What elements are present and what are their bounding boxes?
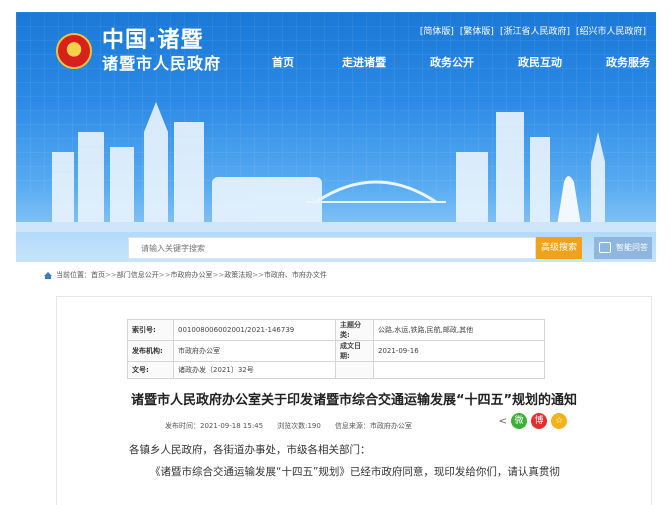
index-value: 001008006002001/2021-146739 <box>173 319 336 341</box>
logo-subtitle: 诸暨市人民政府 <box>102 54 222 73</box>
national-emblem-icon <box>56 33 92 69</box>
subject-value: 公路,水运,铁路,民航,邮政,其他 <box>373 319 545 341</box>
view-count: 浏览次数:190 <box>277 422 321 430</box>
advanced-search-button[interactable]: 高级搜索 <box>536 237 582 259</box>
breadcrumb-item-home[interactable]: 首页 <box>91 270 105 280</box>
breadcrumb: 当前位置： 首页 >> 部门信息公开 >> 市政府办公室 >> 政策法规 >> … <box>44 268 656 282</box>
search-input[interactable] <box>128 237 536 259</box>
search-bar: 高级搜索 智能问答 <box>16 232 656 262</box>
weibo-share-icon[interactable]: 博 <box>531 413 547 429</box>
article-title: 诸暨市人民政府办公室关于印发诸暨市综合交通运输发展“十四五”规划的通知 <box>130 393 578 408</box>
info-source: 信息来源：市政府办公室 <box>334 422 412 430</box>
breadcrumb-item-policy[interactable]: 政策法规 <box>224 270 252 280</box>
smart-qa-label: 智能问答 <box>616 243 648 252</box>
docno-label: 文号: <box>127 361 174 379</box>
nav-home[interactable]: 首页 <box>272 54 342 70</box>
subject-label: 主题分类: <box>335 319 374 341</box>
breadcrumb-item-gov-office[interactable]: 市政府办公室 <box>170 270 212 280</box>
docno-value: 诸政办发〔2021〕32号 <box>173 361 336 379</box>
issuer-value: 市政府办公室 <box>173 340 336 362</box>
index-label: 索引号: <box>127 319 174 341</box>
share-bar: < 微 博 ☆ <box>499 413 567 429</box>
publish-time: 发布时间：2021-09-18 15:45 <box>165 422 264 430</box>
article-card: 索引号: 001008006002001/2021-146739 主题分类: 公… <box>56 296 652 505</box>
nav-services[interactable]: 政务服务 <box>606 54 656 70</box>
article-paragraph: 《诸暨市综合交通运输发展“十四五”规划》已经市政府同意，现印发给你们，请认真贯彻 <box>150 466 560 478</box>
article-greeting: 各镇乡人民政府，各街道办事处，市级各相关部门： <box>129 444 371 456</box>
city-skyline-illustration <box>16 102 656 232</box>
date-value: 2021-09-16 <box>373 340 545 362</box>
top-links: [简体版] [繁体版] [浙江省人民政府] [绍兴市人民政府] <box>420 24 646 37</box>
issuer-label: 发布机构: <box>127 340 174 362</box>
article-body: 各镇乡人民政府，各街道办事处，市级各相关部门： 《诸暨市综合交通运输发展“十四五… <box>129 439 629 483</box>
home-icon <box>44 271 52 279</box>
breadcrumb-separator: >> <box>212 271 225 279</box>
link-traditional[interactable]: [繁体版] <box>460 24 494 37</box>
breadcrumb-prefix: 当前位置： <box>56 271 91 279</box>
share-icon: < <box>498 415 507 427</box>
document-meta-table: 索引号: 001008006002001/2021-146739 主题分类: 公… <box>127 319 545 379</box>
empty-cell <box>373 361 545 379</box>
logo-title: 中国·诸暨 <box>102 28 204 53</box>
site-logo[interactable]: 中国·诸暨 诸暨市人民政府 <box>56 28 221 74</box>
breadcrumb-separator: >> <box>105 271 117 279</box>
link-zhejiang-gov[interactable]: [浙江省人民政府] <box>500 24 570 37</box>
nav-gov-affairs[interactable]: 政务公开 <box>430 54 518 70</box>
breadcrumb-item-dept-info[interactable]: 部门信息公开 <box>117 270 159 280</box>
breadcrumb-item-documents[interactable]: 市政府、市府办文件 <box>264 270 327 280</box>
date-label: 成文日期: <box>335 340 374 362</box>
empty-cell <box>335 361 374 379</box>
chat-icon <box>599 242 611 253</box>
smart-qa-button[interactable]: 智能问答 <box>594 237 652 259</box>
qzone-share-icon[interactable]: ☆ <box>551 413 567 429</box>
nav-about[interactable]: 走进诸暨 <box>342 54 430 70</box>
wechat-share-icon[interactable]: 微 <box>511 413 527 429</box>
nav-interaction[interactable]: 政民互动 <box>518 54 606 70</box>
breadcrumb-separator: >> <box>158 271 171 279</box>
link-simplified[interactable]: [简体版] <box>420 24 454 37</box>
main-nav: 首页 走进诸暨 政务公开 政民互动 政务服务 <box>272 54 656 70</box>
link-shaoxing-gov[interactable]: [绍兴市人民政府] <box>576 24 646 37</box>
breadcrumb-separator: >> <box>252 271 264 279</box>
header-banner: 中国·诸暨 诸暨市人民政府 [简体版] [繁体版] [浙江省人民政府] [绍兴市… <box>16 12 656 262</box>
